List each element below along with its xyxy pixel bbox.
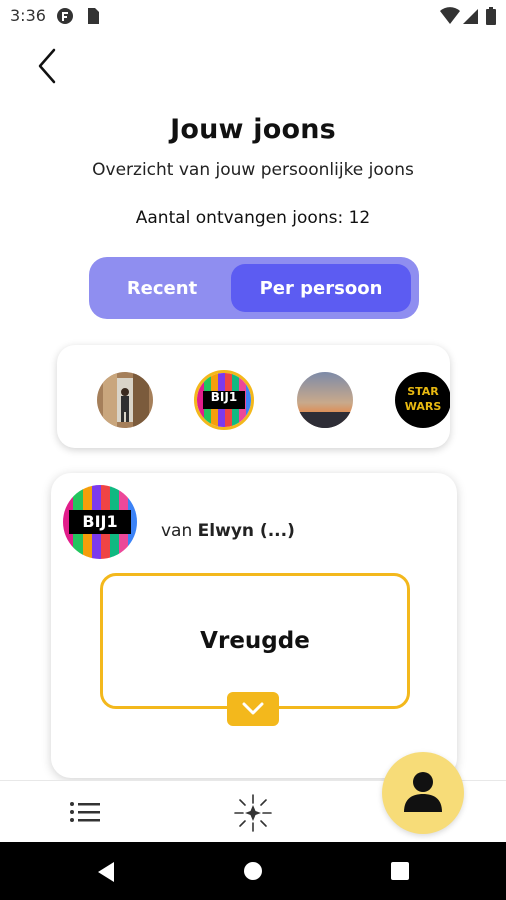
avatar-star-wars[interactable]: STAR WARS xyxy=(395,372,450,428)
avatar-sunset-photo[interactable] xyxy=(297,372,353,428)
expand-button[interactable] xyxy=(227,692,279,726)
sim-card-icon xyxy=(88,8,99,24)
signal-icon xyxy=(463,9,478,24)
avatar-person-photo[interactable] xyxy=(97,372,153,428)
page-title: Jouw joons xyxy=(170,114,336,145)
star-wars-logo-text: STAR WARS xyxy=(404,385,442,413)
status-time: 3:36 xyxy=(10,6,46,25)
list-icon[interactable] xyxy=(69,800,101,824)
sender-name: Elwyn (...) xyxy=(197,521,295,541)
system-back-icon[interactable] xyxy=(96,861,116,883)
person-avatar-list[interactable]: BIJ1 STAR WARS xyxy=(57,345,450,448)
emotion-label: Vreugde xyxy=(200,628,310,654)
tab-recent[interactable]: Recent xyxy=(89,257,235,319)
from-prefix: van xyxy=(161,521,193,541)
emotion-box: Vreugde xyxy=(100,573,410,709)
sender-line: van Elwyn (...) xyxy=(161,521,295,541)
system-navigation-bar xyxy=(0,842,506,900)
sender-avatar: BIJ1 xyxy=(63,485,137,559)
system-recents-icon[interactable] xyxy=(391,862,409,880)
tab-per-person[interactable]: Per persoon xyxy=(231,264,411,312)
chevron-down-icon xyxy=(242,702,264,715)
page-subtitle: Overzicht van jouw persoonlijke joons xyxy=(92,160,414,180)
app-notification-icon xyxy=(57,8,73,24)
sparkle-icon[interactable] xyxy=(233,793,273,833)
view-toggle: Recent Per persoon xyxy=(89,257,419,319)
system-home-icon[interactable] xyxy=(243,861,263,881)
status-bar: 3:36 xyxy=(0,0,506,32)
person-icon xyxy=(404,772,442,812)
joon-card: BIJ1 van Elwyn (...) Vreugde xyxy=(51,473,457,778)
bij1-logo-text: BIJ1 xyxy=(210,390,238,404)
wifi-icon xyxy=(440,7,460,24)
back-arrow-icon[interactable] xyxy=(34,46,64,86)
battery-icon xyxy=(486,7,496,25)
bij1-logo-text: BIJ1 xyxy=(82,512,118,531)
avatar-bij1-selected[interactable]: BIJ1 xyxy=(194,370,254,430)
received-count: Aantal ontvangen joons: 12 xyxy=(135,208,371,228)
profile-fab[interactable] xyxy=(382,752,464,834)
